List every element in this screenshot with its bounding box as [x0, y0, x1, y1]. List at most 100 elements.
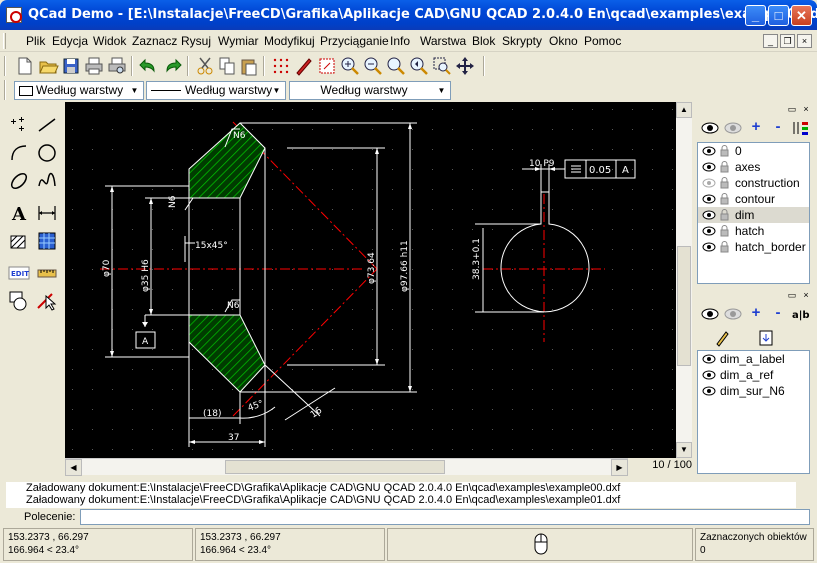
lock-icon[interactable] — [720, 225, 729, 237]
dimension-tool-icon[interactable] — [34, 200, 60, 226]
block-list[interactable]: dim_a_label dim_a_ref dim_sur_N6 — [697, 350, 810, 474]
menu-zaznacz[interactable]: Zaznacz — [132, 34, 177, 48]
zoom-in-icon[interactable] — [339, 55, 361, 77]
layer-item[interactable]: axes — [698, 159, 809, 175]
redraw-icon[interactable] — [316, 55, 338, 77]
chevron-down-icon[interactable]: ▼ — [435, 84, 448, 97]
pen-width-select[interactable]: Według warstwy ▼ — [146, 81, 286, 100]
eye-icon[interactable] — [702, 194, 716, 204]
select-tool-icon[interactable] — [34, 288, 60, 314]
paste-icon[interactable] — [238, 55, 260, 77]
eye-icon[interactable] — [702, 354, 716, 364]
lock-icon[interactable] — [720, 177, 729, 189]
toolbar-grip[interactable] — [4, 80, 6, 100]
menu-modyfikuj[interactable]: Modyfikuj — [264, 34, 315, 48]
lock-icon[interactable] — [720, 145, 729, 157]
menu-widok[interactable]: Widok — [93, 34, 126, 48]
mdi-restore-button[interactable]: ❐ — [780, 34, 795, 48]
scroll-up-icon[interactable]: ▲ — [676, 102, 692, 118]
title-bar[interactable]: QCad Demo - [E:\Instalacje\FreeCD\Grafik… — [0, 0, 817, 30]
ellipse-tool-icon[interactable] — [6, 168, 32, 194]
circle-tool-icon[interactable] — [34, 140, 60, 166]
layer-item[interactable]: hatch_border — [698, 239, 809, 255]
line-tool-icon[interactable] — [34, 112, 60, 138]
panel-float-icon[interactable]: ▭ — [787, 290, 797, 300]
menu-pomoc[interactable]: Pomoc — [584, 34, 621, 48]
insert-block-icon[interactable] — [755, 328, 777, 348]
eye-icon[interactable] — [702, 162, 716, 172]
add-layer-button[interactable]: + — [745, 118, 767, 138]
pen-linetype-select[interactable]: Według warstwy ▼ — [289, 81, 451, 100]
zoom-window-icon[interactable] — [431, 55, 453, 77]
chevron-down-icon[interactable]: ▼ — [270, 84, 283, 97]
eye-icon[interactable] — [702, 386, 716, 396]
grid-toggle-icon[interactable] — [270, 55, 292, 77]
eye-hidden-icon[interactable] — [702, 178, 716, 188]
copy-icon[interactable] — [216, 55, 238, 77]
panel-close-icon[interactable]: × — [801, 290, 811, 300]
maximize-button[interactable]: □ — [768, 5, 789, 26]
block-item[interactable]: dim_a_label — [698, 351, 809, 367]
save-icon[interactable] — [60, 55, 82, 77]
app-icon[interactable] — [6, 7, 22, 23]
edit-tool-icon[interactable]: EDIT — [6, 260, 32, 286]
show-all-blocks-icon[interactable] — [699, 304, 721, 324]
lock-icon[interactable] — [720, 209, 729, 221]
menu-edycja[interactable]: Edycja — [52, 34, 88, 48]
vertical-scroll-thumb[interactable] — [677, 246, 691, 366]
pan-icon[interactable] — [454, 55, 476, 77]
edit-block-icon[interactable] — [711, 328, 733, 348]
rename-block-icon[interactable]: a|b — [790, 304, 812, 324]
hatch-tool-icon[interactable] — [6, 228, 32, 254]
zoom-auto-icon[interactable] — [385, 55, 407, 77]
pen-color-select[interactable]: Według warstwy ▼ — [14, 81, 144, 100]
show-all-layers-icon[interactable] — [699, 118, 721, 138]
zoom-out-icon[interactable] — [362, 55, 384, 77]
chevron-down-icon[interactable]: ▼ — [128, 84, 141, 97]
undo-icon[interactable] — [138, 55, 160, 77]
menu-warstwa[interactable]: Warstwa — [420, 34, 466, 48]
redo-icon[interactable] — [161, 55, 183, 77]
eye-icon[interactable] — [702, 242, 716, 252]
drawing-svg[interactable]: N6 N6 N6 15x45° φ70 φ35 H6 A φ73.64 φ97.… — [65, 102, 676, 458]
menu-wymiar[interactable]: Wymiar — [218, 34, 259, 48]
mdi-minimize-button[interactable]: _ — [763, 34, 778, 48]
print-preview-icon[interactable] — [106, 55, 128, 77]
layer-item[interactable]: 0 — [698, 143, 809, 159]
scroll-left-icon[interactable]: ◀ — [65, 459, 82, 476]
menu-blok[interactable]: Blok — [472, 34, 495, 48]
scroll-right-icon[interactable]: ▶ — [611, 459, 628, 476]
block-item[interactable]: dim_sur_N6 — [698, 383, 809, 399]
lock-icon[interactable] — [720, 193, 729, 205]
hide-all-blocks-icon[interactable] — [722, 304, 744, 324]
menu-okno[interactable]: Okno — [549, 34, 578, 48]
menu-skrypty[interactable]: Skrypty — [502, 34, 542, 48]
minimize-button[interactable]: _ — [745, 5, 766, 26]
hide-all-layers-icon[interactable] — [722, 118, 744, 138]
eye-icon[interactable] — [702, 226, 716, 236]
eye-icon[interactable] — [702, 146, 716, 156]
horizontal-scroll-thumb[interactable] — [225, 460, 445, 474]
lock-icon[interactable] — [720, 161, 729, 173]
panel-float-icon[interactable]: ▭ — [787, 104, 797, 114]
block-item[interactable]: dim_a_ref — [698, 367, 809, 383]
menu-przyciaganie[interactable]: Przyciąganie — [320, 34, 389, 48]
layer-list[interactable]: 0 axes construction contour dim hatch hatch_bo… — [697, 142, 810, 284]
open-file-icon[interactable] — [37, 55, 59, 77]
menu-grip[interactable] — [3, 33, 6, 49]
draft-mode-icon[interactable] — [293, 55, 315, 77]
layer-list-icon[interactable] — [790, 118, 812, 138]
lock-icon[interactable] — [720, 241, 729, 253]
menu-plik[interactable]: Plik — [26, 34, 45, 48]
close-button[interactable]: ✕ — [791, 5, 812, 26]
cut-icon[interactable] — [194, 55, 216, 77]
panel-close-icon[interactable]: × — [801, 104, 811, 114]
scroll-down-icon[interactable]: ▼ — [676, 442, 692, 458]
vertical-scrollbar[interactable]: ▲ ▼ — [676, 102, 692, 458]
eye-icon[interactable] — [702, 370, 716, 380]
layer-item[interactable]: contour — [698, 191, 809, 207]
drawing-canvas[interactable]: N6 N6 N6 15x45° φ70 φ35 H6 A φ73.64 φ97.… — [65, 102, 676, 458]
block-tool-icon[interactable] — [6, 288, 32, 314]
measure-tool-icon[interactable] — [34, 260, 60, 286]
layer-item[interactable]: dim — [698, 207, 809, 223]
